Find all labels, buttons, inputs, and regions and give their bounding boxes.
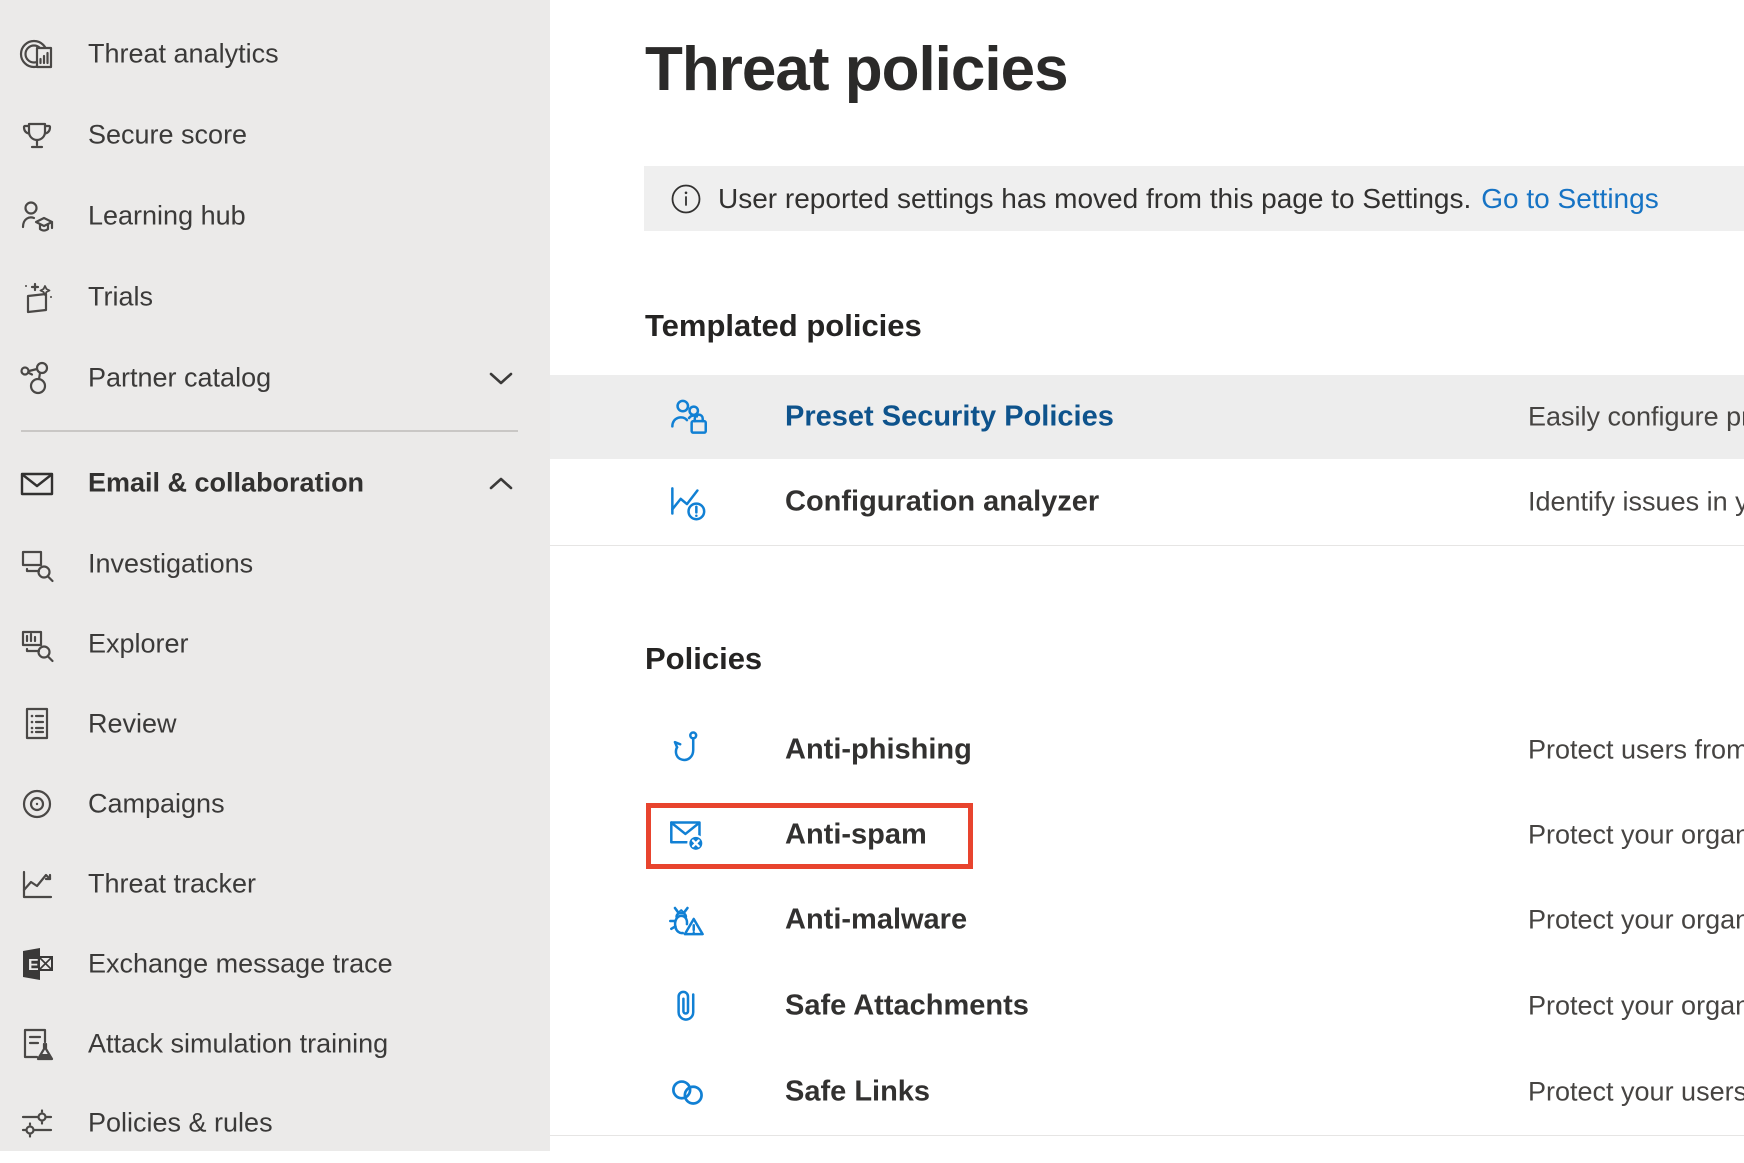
sidebar-item-secure-score[interactable]: Secure score: [0, 95, 550, 175]
anti-spam-icon: [664, 811, 712, 859]
chevron-down-icon[interactable]: [486, 363, 516, 393]
sidebar-item-label: Exchange message trace: [88, 949, 393, 980]
safe-links-icon: [664, 1068, 712, 1116]
main-content: Threat policies User reported settings h…: [550, 0, 1744, 1151]
sidebar-item-campaigns[interactable]: Campaigns: [0, 764, 550, 844]
policy-link[interactable]: Preset Security Policies: [785, 401, 1114, 434]
safe-attachments-icon: [664, 982, 712, 1030]
row-preset-security-policies[interactable]: Preset Security Policies Easily configur…: [550, 375, 1744, 459]
explorer-icon: [14, 621, 60, 667]
email-collaboration-icon: [14, 460, 60, 506]
review-icon: [14, 701, 60, 747]
sidebar-group-email-collaboration[interactable]: Email & collaboration: [0, 443, 550, 523]
left-navigation-sidebar: Threat analytics Secure score Learning h: [0, 0, 550, 1151]
policy-link[interactable]: Anti-phishing: [785, 734, 972, 767]
sidebar-item-label: Policies & rules: [88, 1108, 273, 1139]
sidebar-item-label: Trials: [88, 282, 153, 313]
sidebar-item-label: Campaigns: [88, 789, 225, 820]
sidebar-item-label: Learning hub: [88, 201, 246, 232]
sidebar-item-label: Review: [88, 709, 177, 740]
row-anti-spam[interactable]: Anti-spam Protect your organiz: [550, 793, 1744, 878]
chevron-up-icon[interactable]: [486, 468, 516, 498]
threat-tracker-icon: [14, 861, 60, 907]
page-title: Threat policies: [645, 34, 1068, 105]
sidebar-item-label: Threat tracker: [88, 869, 256, 900]
trials-icon: [14, 274, 60, 320]
investigations-icon: [14, 541, 60, 587]
sidebar-item-trials[interactable]: Trials: [0, 257, 550, 337]
section-heading-policies: Policies: [645, 641, 762, 677]
policy-description: Protect your organiz: [1528, 905, 1744, 936]
sidebar-item-policies-rules[interactable]: Policies & rules: [0, 1083, 550, 1163]
policy-link[interactable]: Configuration analyzer: [785, 486, 1099, 519]
sidebar-item-review[interactable]: Review: [0, 684, 550, 764]
secure-score-trophy-icon: [14, 112, 60, 158]
row-anti-phishing[interactable]: Anti-phishing Protect users from p: [550, 707, 1744, 794]
policy-link[interactable]: Anti-spam: [785, 819, 927, 852]
policy-description: Identify issues in you: [1528, 487, 1744, 518]
row-anti-malware[interactable]: Anti-malware Protect your organiz: [550, 877, 1744, 964]
policy-link[interactable]: Anti-malware: [785, 904, 967, 937]
info-banner: User reported settings has moved from th…: [644, 166, 1744, 231]
threat-analytics-icon: [14, 31, 60, 77]
preset-security-policies-icon: [664, 393, 712, 441]
policy-link[interactable]: Safe Links: [785, 1075, 930, 1108]
exchange-icon: E: [14, 941, 60, 987]
sidebar-item-label: Attack simulation training: [88, 1029, 388, 1060]
campaigns-icon: [14, 781, 60, 827]
policy-description: Protect your organiz: [1528, 820, 1744, 851]
partner-catalog-icon: [14, 355, 60, 401]
threat-policies-page: { "sidebar": { "items": [ {"label": "Thr…: [0, 0, 1744, 1151]
section-heading-templated-policies: Templated policies: [645, 308, 922, 344]
policy-description: Easily configure prot: [1528, 402, 1744, 433]
sidebar-item-label: Partner catalog: [88, 363, 271, 394]
sidebar-item-exchange-message-trace[interactable]: E Exchange message trace: [0, 924, 550, 1004]
attack-simulation-icon: [14, 1021, 60, 1067]
row-configuration-analyzer[interactable]: Configuration analyzer Identify issues i…: [550, 459, 1744, 546]
banner-message: User reported settings has moved from th…: [718, 183, 1471, 215]
sidebar-item-label: Email & collaboration: [88, 468, 364, 499]
sidebar-item-learning-hub[interactable]: Learning hub: [0, 176, 550, 256]
svg-text:E: E: [28, 957, 39, 974]
sidebar-divider: [21, 430, 518, 432]
row-safe-attachments[interactable]: Safe Attachments Protect your organiz: [550, 963, 1744, 1049]
configuration-analyzer-icon: [664, 478, 712, 526]
sidebar-item-threat-tracker[interactable]: Threat tracker: [0, 844, 550, 924]
sidebar-item-label: Secure score: [88, 120, 247, 151]
policy-link[interactable]: Safe Attachments: [785, 989, 1029, 1022]
sidebar-item-explorer[interactable]: Explorer: [0, 604, 550, 684]
sidebar-item-threat-analytics[interactable]: Threat analytics: [0, 14, 550, 94]
sidebar-item-label: Threat analytics: [88, 39, 279, 70]
sidebar-item-attack-simulation-training[interactable]: Attack simulation training: [0, 1004, 550, 1084]
anti-phishing-icon: [664, 726, 712, 774]
sidebar-item-investigations[interactable]: Investigations: [0, 524, 550, 604]
sidebar-item-label: Explorer: [88, 629, 189, 660]
policy-description: Protect users from p: [1528, 735, 1744, 766]
sidebar-item-partner-catalog[interactable]: Partner catalog: [0, 338, 550, 418]
policy-description: Protect your users fr: [1528, 1076, 1744, 1107]
sidebar-item-label: Investigations: [88, 549, 253, 580]
policies-rules-icon: [14, 1100, 60, 1146]
row-safe-links[interactable]: Safe Links Protect your users fr: [550, 1048, 1744, 1136]
policy-description: Protect your organiz: [1528, 990, 1744, 1021]
anti-malware-icon: [664, 896, 712, 944]
info-icon: [670, 183, 702, 215]
learning-hub-icon: [14, 193, 60, 239]
go-to-settings-link[interactable]: Go to Settings: [1481, 183, 1658, 215]
